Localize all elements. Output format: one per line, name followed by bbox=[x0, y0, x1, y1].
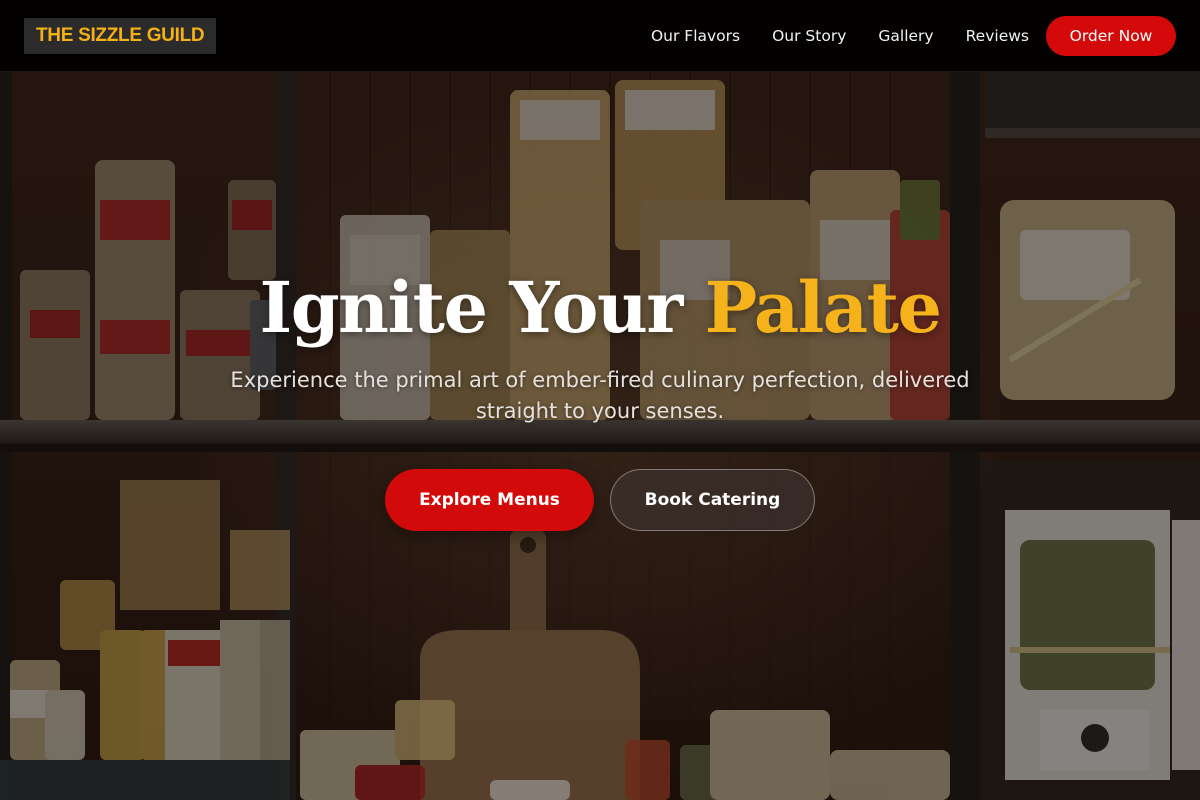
nav-link-our-story[interactable]: Our Story bbox=[772, 27, 846, 45]
hero-title-accent: Palate bbox=[704, 266, 942, 349]
brand-logo[interactable]: THE SIZZLE GUILD bbox=[24, 18, 217, 54]
order-now-button[interactable]: Order Now bbox=[1046, 16, 1176, 56]
hero-title: Ignite Your Palate bbox=[0, 262, 1200, 354]
nav-link-our-flavors[interactable]: Our Flavors bbox=[651, 27, 740, 45]
explore-menus-button[interactable]: Explore Menus bbox=[385, 469, 594, 531]
nav-link-gallery[interactable]: Gallery bbox=[878, 27, 933, 45]
nav-links: Our Flavors Our Story Gallery Reviews bbox=[651, 0, 1029, 72]
landing-page: THE SIZZLE GUILD Our Flavors Our Story G… bbox=[0, 0, 1200, 800]
book-catering-button[interactable]: Book Catering bbox=[610, 469, 815, 531]
top-navigation-bar: THE SIZZLE GUILD Our Flavors Our Story G… bbox=[0, 0, 1200, 72]
hero-title-main: Ignite Your bbox=[259, 266, 705, 349]
nav-link-reviews[interactable]: Reviews bbox=[966, 27, 1029, 45]
hero-subtitle: Experience the primal art of ember-fired… bbox=[230, 368, 970, 423]
